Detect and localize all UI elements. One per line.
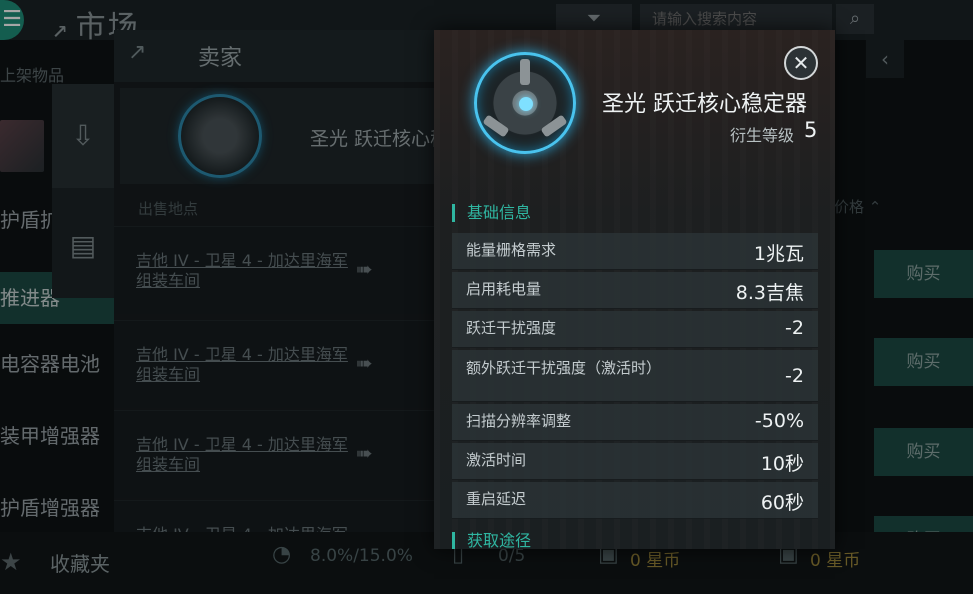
meta-level-value: 5 <box>804 118 818 142</box>
attribute-value: 60秒 <box>760 492 804 514</box>
icon-spoke <box>482 114 510 138</box>
attribute-row: 激活时间 10秒 <box>452 443 818 480</box>
attribute-label: 重启延迟 <box>466 490 527 508</box>
attribute-label: 扫描分辨率调整 <box>466 412 572 430</box>
attribute-label: 额外跃迁干扰强度（激活时） <box>466 359 662 377</box>
meta-level-label: 衍生等级 <box>730 126 795 145</box>
attribute-value: -50% <box>754 410 804 432</box>
item-name: 圣光 跃迁核心稳定器 <box>602 92 807 117</box>
warp-core-stabilizer-icon <box>474 52 576 154</box>
attribute-value: -2 <box>785 317 804 339</box>
icon-spoke <box>540 114 568 138</box>
attribute-row: 扫描分辨率调整 -50% <box>452 404 818 441</box>
icon-spoke <box>520 59 530 85</box>
attribute-row: 启用耗电量 8.3吉焦 <box>452 272 818 309</box>
attribute-value: -2 <box>785 365 804 387</box>
attribute-label: 能量栅格需求 <box>466 241 557 259</box>
attribute-value: 8.3吉焦 <box>735 282 804 304</box>
attribute-row: 跃迁干扰强度 -2 <box>452 311 818 348</box>
attribute-label: 启用耗电量 <box>466 280 542 298</box>
section-acquisition: 获取途径 <box>452 532 531 549</box>
attribute-row: 重启延迟 60秒 <box>452 482 818 519</box>
attribute-label: 激活时间 <box>466 451 527 469</box>
attribute-label: 跃迁干扰强度 <box>466 319 557 337</box>
icon-core <box>519 97 533 111</box>
attribute-value: 1兆瓦 <box>753 243 804 265</box>
attribute-row: 能量栅格需求 1兆瓦 <box>452 233 818 270</box>
attribute-value: 10秒 <box>760 453 804 475</box>
item-info-popup: ✕ 圣光 跃迁核心稳定器 衍生等级 5 基础信息 能量栅格需求 1兆瓦 启用耗电… <box>434 30 835 549</box>
close-icon[interactable]: ✕ <box>784 46 818 80</box>
section-basic-info: 基础信息 <box>452 204 531 222</box>
attribute-row: 额外跃迁干扰强度（激活时） -2 <box>452 350 818 402</box>
